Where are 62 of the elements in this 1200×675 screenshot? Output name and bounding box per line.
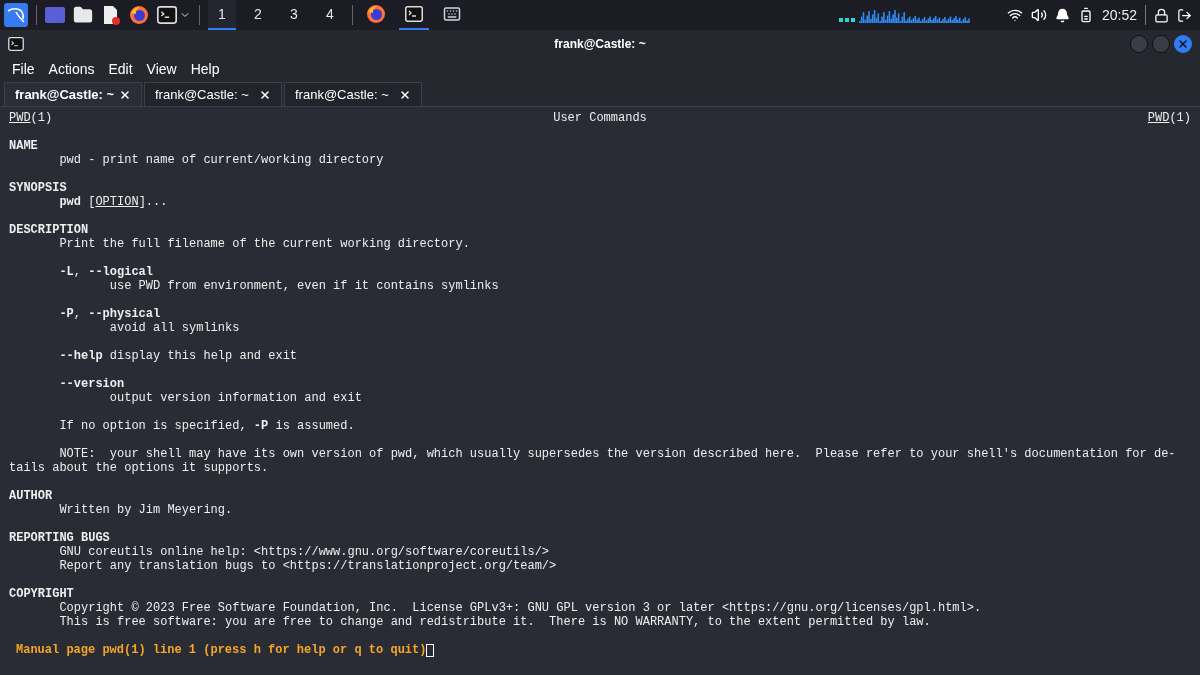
lock-icon[interactable]: [1154, 7, 1169, 23]
section-heading: SYNOPSIS: [9, 181, 67, 195]
close-icon[interactable]: [259, 88, 271, 101]
firefox-icon[interactable]: [129, 5, 149, 25]
man-text-line: --version: [58, 377, 125, 391]
workspace-button[interactable]: 1: [208, 0, 236, 30]
man-header-title: User Commands: [553, 111, 647, 125]
window-title: frank@Castle: ~: [554, 36, 646, 53]
menu-item[interactable]: Help: [184, 58, 226, 80]
man-text-line: tails about the options it supports.: [9, 461, 269, 475]
section-heading: REPORTING BUGS: [9, 531, 110, 545]
man-text-line: This is free software: you are free to change and redistribute it. There is NO WARRANTY, to the extent permitted by law.: [58, 615, 931, 629]
document-icon[interactable]: [101, 5, 121, 25]
man-text-line: -L, --logical: [58, 265, 153, 279]
terminal-tab[interactable]: frank@Castle: ~: [4, 82, 142, 106]
workspace-button[interactable]: 4: [316, 0, 344, 30]
man-text-line: GNU coreutils online help: <https://www.gnu.org/software/coreutils/>: [58, 545, 550, 559]
man-text-line: use PWD from environment, even if it contains symlinks: [108, 279, 499, 293]
notification-icon[interactable]: [1054, 7, 1070, 23]
volume-icon[interactable]: [1030, 7, 1047, 23]
man-text-line: Written by Jim Meyering.: [58, 503, 233, 517]
clock[interactable]: 20:52: [1101, 4, 1137, 26]
wifi-icon[interactable]: [1006, 7, 1023, 23]
man-text-line: Copyright © 2023 Free Software Foundation, Inc. License GPLv3+: GNU GPL version 3 or later <https://gnu.org/licenses/gpl.html>.: [58, 601, 982, 615]
menu-item[interactable]: View: [140, 58, 183, 80]
pager-status: Manual page pwd(1) line 1 (press h for help or q to quit): [16, 643, 427, 657]
man-text-line: pwd [OPTION]...: [58, 195, 168, 209]
terminal-icon[interactable]: [405, 6, 423, 22]
man-header-text: PWD(1): [9, 111, 53, 125]
section-heading: NAME: [9, 139, 38, 153]
kali-logo-icon[interactable]: [4, 3, 28, 27]
section-heading: DESCRIPTION: [9, 223, 89, 237]
man-text-line: Print the full filename of the current working directory.: [58, 237, 470, 251]
man-text-line: --help display this help and exit: [58, 349, 298, 363]
man-header-text: PWD(1): [1147, 111, 1191, 125]
section-heading: COPYRIGHT: [9, 587, 74, 601]
cursor: [426, 643, 435, 657]
workspace-button[interactable]: 2: [244, 0, 272, 30]
close-icon[interactable]: [399, 88, 411, 101]
man-text-line: pwd - print name of current/working directory: [58, 153, 384, 167]
terminal-tab[interactable]: frank@Castle: ~: [284, 82, 422, 106]
close-icon: [1177, 38, 1189, 50]
man-text-line: -P, --physical: [58, 307, 161, 321]
section-heading: AUTHOR: [9, 489, 53, 503]
firefox-icon[interactable]: [366, 4, 386, 24]
man-text-line: If no option is specified, -P is assumed.: [58, 419, 355, 433]
menu-item[interactable]: Actions: [42, 58, 101, 80]
keyboard-icon[interactable]: [443, 5, 461, 23]
man-text-line: avoid all symlinks: [108, 321, 240, 335]
menu-item[interactable]: Edit: [102, 58, 139, 80]
terminal-icon[interactable]: [8, 37, 24, 51]
menu-item[interactable]: File: [6, 58, 41, 80]
terminal-tab[interactable]: frank@Castle: ~: [144, 82, 282, 106]
logout-icon[interactable]: [1177, 7, 1192, 23]
close-button[interactable]: [1174, 35, 1192, 53]
folder-icon[interactable]: [73, 5, 93, 25]
close-icon[interactable]: [119, 88, 131, 101]
man-text-line: Report any translation bugs to <https://translationproject.org/team/>: [58, 559, 557, 573]
man-text-line: NOTE: your shell may have its own version of pwd, which usually supersedes the version described here. Please refer to your shell's documentation for de-: [58, 447, 1176, 461]
terminal-icon[interactable]: [157, 6, 177, 24]
man-text-line: output version information and exit: [108, 391, 362, 405]
workspace-button[interactable]: 3: [280, 0, 308, 30]
